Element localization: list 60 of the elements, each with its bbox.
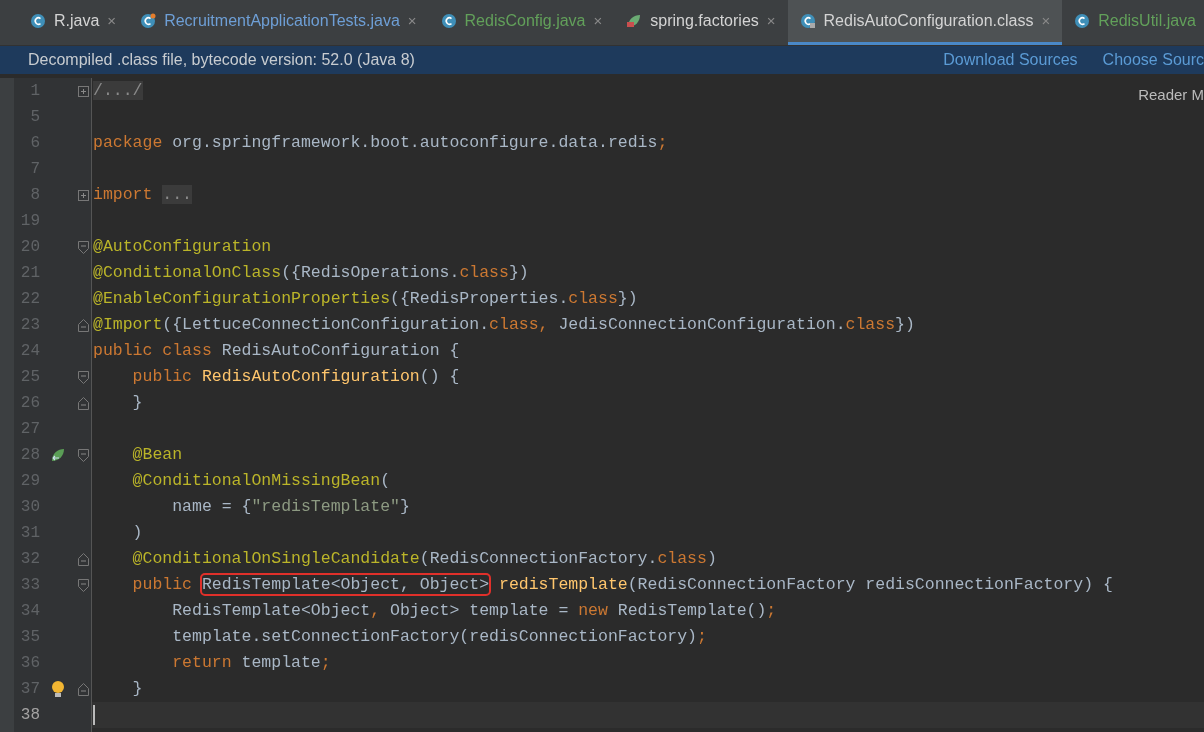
code-line: @ConditionalOnMissingBean( xyxy=(131,469,391,492)
code-line: } xyxy=(131,391,143,414)
expand-fold-icon[interactable] xyxy=(78,189,89,201)
line-number: 38 xyxy=(19,705,40,726)
code-line: import ... xyxy=(93,183,193,206)
collapse-fold-icon[interactable] xyxy=(78,370,89,384)
editor-tab[interactable]: R.java × xyxy=(18,0,129,45)
tab-label: spring.factories xyxy=(650,11,759,31)
close-icon[interactable]: × xyxy=(1041,9,1051,33)
code-line: } xyxy=(131,677,143,700)
editor-tab[interactable]: spring.factories × xyxy=(614,0,788,45)
code-line: template.setConnectionFactory(redisConnectionFactory); xyxy=(171,625,707,648)
class-icon xyxy=(140,13,157,29)
reader-mode-label[interactable]: Reader M xyxy=(1138,84,1204,107)
banner-link[interactable]: Choose Sourc xyxy=(1102,48,1204,72)
close-icon[interactable]: × xyxy=(107,9,117,33)
collapse-fold-icon[interactable] xyxy=(78,578,89,592)
close-icon[interactable]: × xyxy=(407,9,417,33)
tab-label: RedisAutoConfiguration.class xyxy=(823,11,1034,31)
editor-tab[interactable]: RedisUtil.java xyxy=(1062,0,1204,45)
code-line: package org.springframework.boot.autoconfigure.data.redis; xyxy=(93,131,668,154)
close-icon[interactable]: × xyxy=(766,9,776,33)
tab-label: RedisUtil.java xyxy=(1098,11,1196,31)
collapse-fold-icon[interactable] xyxy=(78,448,89,462)
locked-class-icon xyxy=(799,13,816,29)
class-icon xyxy=(1074,13,1091,29)
banner-link[interactable]: Download Sources xyxy=(943,48,1078,72)
banner-message: Decompiled .class file, bytecode version: 52.0 (Java 8) xyxy=(28,50,415,70)
bean-icon[interactable] xyxy=(50,447,66,463)
class-icon xyxy=(30,13,46,29)
code-line: @ConditionalOnSingleCandidate(RedisConnectionFactory.class) xyxy=(131,547,717,570)
code-line: @Bean xyxy=(131,443,183,466)
tab-label: RedisConfig.java xyxy=(464,11,586,31)
code-line: name = {"redisTemplate"} xyxy=(171,495,410,518)
code-line: public RedisAutoConfiguration() { xyxy=(131,365,460,388)
tab-label: R.java xyxy=(54,11,100,31)
close-icon[interactable]: × xyxy=(593,9,603,33)
text-cursor xyxy=(93,705,95,725)
code-line: RedisTemplate<Object, Object> template = new RedisTemplate(); xyxy=(171,599,777,622)
code-line: public class RedisAutoConfiguration { xyxy=(93,339,460,362)
lightbulb-icon[interactable] xyxy=(51,680,65,698)
code-line: @EnableConfigurationProperties({RedisProperties.class}) xyxy=(93,287,638,310)
editor-tab[interactable]: RedisAutoConfiguration.class × xyxy=(787,0,1063,45)
fold-end-icon[interactable] xyxy=(78,396,89,410)
code-line: @Import({LettuceConnectionConfiguration.class, JedisConnectionConfiguration.class}) xyxy=(93,313,915,336)
tab-label: RecruitmentApplicationTests.java xyxy=(164,11,400,31)
editor-tab[interactable]: RedisConfig.java × xyxy=(428,0,615,45)
code-line: @AutoConfiguration xyxy=(93,235,272,258)
fold-end-icon[interactable] xyxy=(78,552,89,566)
class-icon xyxy=(440,13,457,29)
fold-end-icon[interactable] xyxy=(78,682,89,696)
code-line: @ConditionalOnClass({RedisOperations.class}) xyxy=(93,261,529,284)
fold-end-icon[interactable] xyxy=(78,318,89,332)
code-line: ) xyxy=(131,521,143,544)
collapse-fold-icon[interactable] xyxy=(78,240,89,254)
code-line: return template; xyxy=(171,651,331,674)
code-line: public RedisTemplate<Object, Object> redisTemplate(RedisConnectionFactory redisConnectionFactory) { xyxy=(131,573,1113,596)
expand-fold-icon[interactable] xyxy=(78,85,89,97)
leaf-icon xyxy=(626,13,643,29)
editor-tab[interactable]: RecruitmentApplicationTests.java × xyxy=(128,0,429,45)
